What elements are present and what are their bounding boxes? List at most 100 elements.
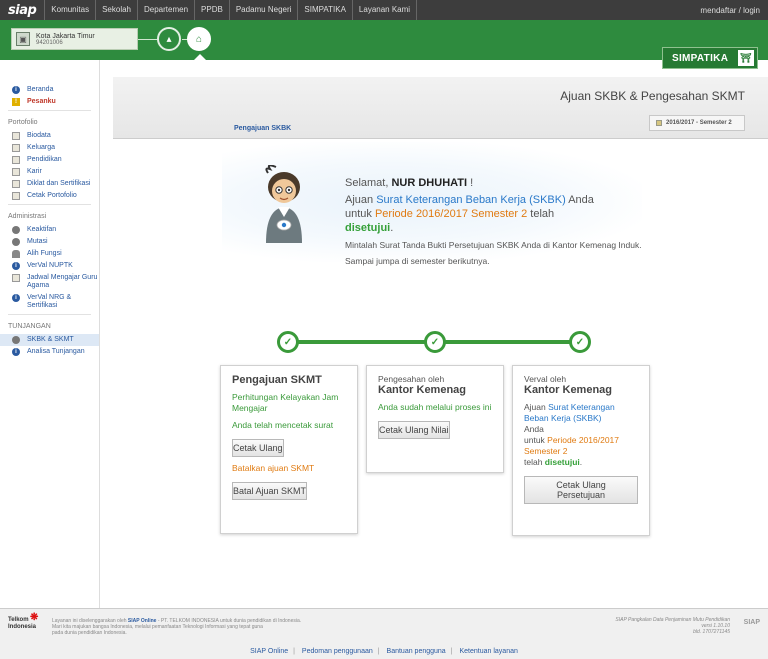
sidebar-item-karir[interactable]: Karir bbox=[0, 166, 99, 178]
sidebar-item-skbk-skmt[interactable]: SKBK & SKMT bbox=[0, 334, 99, 346]
settings-icon bbox=[12, 336, 20, 344]
sidebar-item-verval-nuptk[interactable]: i VerVal NUPTK bbox=[0, 260, 99, 272]
card-text: Anda sudah melalui proses ini bbox=[378, 402, 492, 412]
sidebar-item-cetak-portofolio[interactable]: Cetak Portofolio bbox=[0, 190, 99, 202]
settings-icon bbox=[12, 226, 20, 234]
nav-padamu-negeri[interactable]: Padamu Negeri bbox=[228, 0, 298, 20]
period-text: Periode 2016/2017 Semester 2 bbox=[374, 208, 528, 220]
home-icon[interactable]: ⌂ bbox=[187, 27, 211, 51]
sidebar-item-verval-nrg[interactable]: i VerVal NRG & Sertifikasi bbox=[0, 292, 99, 312]
sidebar-item-label: Analisa Tunjangan bbox=[27, 348, 85, 355]
active-caret bbox=[194, 54, 206, 60]
school-code: 94201006 bbox=[36, 39, 63, 46]
alert-icon: ! bbox=[12, 98, 20, 106]
sidebar-item-label: Keluarga bbox=[27, 144, 56, 151]
document-icon bbox=[12, 144, 20, 152]
sidebar-item-mutasi[interactable]: Mutasi bbox=[0, 236, 99, 248]
calendar-icon bbox=[656, 120, 662, 126]
card-title: Pengajuan SKMT bbox=[232, 374, 322, 386]
sidebar-item-biodata[interactable]: Biodata bbox=[0, 130, 99, 142]
info-icon: i bbox=[12, 348, 20, 356]
section-heading-portofolio: Portofolio bbox=[8, 119, 38, 126]
skbk-link[interactable]: Surat Keterangan Beban Kerja (SKBK) bbox=[376, 194, 566, 206]
batal-ajuan-skmt-button[interactable]: Batal Ajuan SKMT bbox=[232, 482, 308, 500]
footer-link-pedoman[interactable]: Pedoman penggunaan bbox=[297, 648, 378, 655]
divider bbox=[8, 314, 91, 315]
card-text: Ajuan Surat Keterangan Beban Kerja (SKBK… bbox=[524, 402, 619, 467]
card-text: Batalkan ajuan SKMT bbox=[232, 463, 315, 473]
semester-label: 2016/2017 - Semester 2 bbox=[666, 120, 732, 126]
nav-layanan-kami[interactable]: Layanan Kami bbox=[351, 0, 418, 20]
version-info: SIAP Pangkalan Data Penjaminan Mutu Pend… bbox=[615, 617, 730, 635]
document-icon bbox=[12, 180, 20, 188]
nav-ppdb[interactable]: PPDB bbox=[194, 0, 229, 20]
sidebar-item-label: Pesanku bbox=[27, 98, 56, 105]
document-icon bbox=[12, 132, 20, 140]
footer-links: SIAP Online | Pedoman penggunaan | Bantuan… bbox=[0, 648, 768, 655]
top-nav: Komunitas Sekolah Departemen PPDB Padamu… bbox=[44, 0, 418, 20]
page-title: Ajuan SKBK & Pengesahan SKMT bbox=[560, 89, 745, 103]
telkom-logo: ❋ Telkom Indonesia bbox=[8, 612, 39, 631]
approved-status: disetujui bbox=[345, 222, 391, 234]
school-card[interactable]: ▣ Kota Jakarta Timur 94201006 bbox=[11, 28, 138, 50]
login-link[interactable]: mendaftar / login bbox=[700, 6, 768, 15]
sidebar-item-pesanku[interactable]: ! Pesanku bbox=[0, 96, 99, 108]
sidebar-item-analisa-tunjangan[interactable]: i Analisa Tunjangan bbox=[0, 346, 99, 358]
sidebar-item-jadwal-mengajar[interactable]: Jadwal Mengajar Guru Agama bbox=[0, 272, 99, 292]
card-text: Anda telah mencetak surat bbox=[232, 420, 334, 430]
sidebar-item-diklat[interactable]: Diklat dan Sertifikasi bbox=[0, 178, 99, 190]
nav-komunitas[interactable]: Komunitas bbox=[44, 0, 95, 20]
sidebar-item-label: Cetak Portofolio bbox=[27, 192, 77, 199]
simpatika-brand[interactable]: SIMPATIKA ⛩ bbox=[662, 47, 758, 69]
sidebar-item-label: SKBK & SKMT bbox=[27, 336, 74, 343]
sidebar-item-label: Karir bbox=[27, 168, 42, 175]
info-icon: i bbox=[12, 86, 20, 94]
instruction-text: Mintalah Surat Tanda Bukti Persetujuan S… bbox=[345, 240, 642, 250]
card-text: Perhitungan Kelayakan Jam Mengajar bbox=[232, 392, 339, 413]
sidebar-item-label: Biodata bbox=[27, 132, 51, 139]
approved-status: disetujui bbox=[544, 457, 580, 467]
hierarchy-icon[interactable]: ▴ bbox=[157, 27, 181, 51]
card-title: Kantor Kemenag bbox=[524, 384, 613, 396]
simpatika-label: SIMPATIKA bbox=[672, 52, 729, 64]
transfer-icon bbox=[12, 238, 20, 246]
document-icon bbox=[12, 192, 20, 200]
step-1-check-icon: ✓ bbox=[277, 331, 299, 353]
siap-logo[interactable]: siap bbox=[0, 3, 44, 18]
sidebar-item-alih-fungsi[interactable]: Alih Fungsi bbox=[0, 248, 99, 260]
nav-departemen[interactable]: Departemen bbox=[137, 0, 194, 20]
welcome-message: Selamat, NUR DHUHATI ! Ajuan Surat Keter… bbox=[345, 177, 645, 267]
telkom-logo-icon: ❋ bbox=[30, 612, 39, 623]
divider bbox=[8, 110, 91, 111]
sidebar-item-keluarga[interactable]: Keluarga bbox=[0, 142, 99, 154]
footer-link-siap-online[interactable]: SIAP Online bbox=[245, 648, 293, 655]
card-verval-kemenag: Verval oleh Kantor Kemenag Ajuan Surat K… bbox=[512, 365, 650, 536]
sidebar-item-label: VerVal NRG & Sertifikasi bbox=[27, 294, 72, 309]
card-title: Kantor Kemenag bbox=[378, 384, 467, 396]
cetak-ulang-nilai-button[interactable]: Cetak Ulang Nilai bbox=[378, 421, 450, 439]
sidebar-item-label: Alih Fungsi bbox=[27, 250, 62, 257]
teacher-avatar bbox=[265, 165, 302, 243]
step-3-check-icon: ✓ bbox=[569, 331, 591, 353]
person-icon bbox=[12, 250, 20, 258]
step-2-check-icon: ✓ bbox=[424, 331, 446, 353]
nav-sekolah[interactable]: Sekolah bbox=[95, 0, 137, 20]
sidebar-item-beranda[interactable]: i Beranda bbox=[0, 84, 99, 96]
sidebar-item-pendidikan[interactable]: Pendidikan bbox=[0, 154, 99, 166]
greeting: Selamat, NUR DHUHATI ! bbox=[345, 177, 474, 189]
sidebar-item-keaktifan[interactable]: Keaktifan bbox=[0, 224, 99, 236]
section-heading-tunjangan: TUNJANGAN bbox=[8, 323, 51, 330]
semester-selector[interactable]: 2016/2017 - Semester 2 bbox=[649, 115, 745, 131]
cetak-ulang-button[interactable]: Cetak Ulang bbox=[232, 439, 284, 457]
footer-text: Layanan ini diselenggarakan oleh SIAP On… bbox=[52, 618, 302, 636]
nav-simpatika[interactable]: SIMPATIKA bbox=[297, 0, 352, 20]
cetak-ulang-persetujuan-button[interactable]: Cetak Ulang Persetujuan bbox=[524, 476, 638, 504]
siap-footer-logo: SIAP bbox=[743, 619, 760, 626]
school-name: Kota Jakarta Timur bbox=[36, 32, 95, 40]
footer-link-bantuan[interactable]: Bantuan pengguna bbox=[382, 648, 451, 655]
sidebar-item-label: Pendidikan bbox=[27, 156, 62, 163]
footer-link-ketentuan[interactable]: Ketentuan layanan bbox=[454, 648, 522, 655]
connector-line bbox=[138, 39, 158, 40]
tab-pengajuan-skbk[interactable]: Pengajuan SKBK bbox=[234, 125, 291, 132]
sidebar-item-label: Keaktifan bbox=[27, 226, 57, 233]
